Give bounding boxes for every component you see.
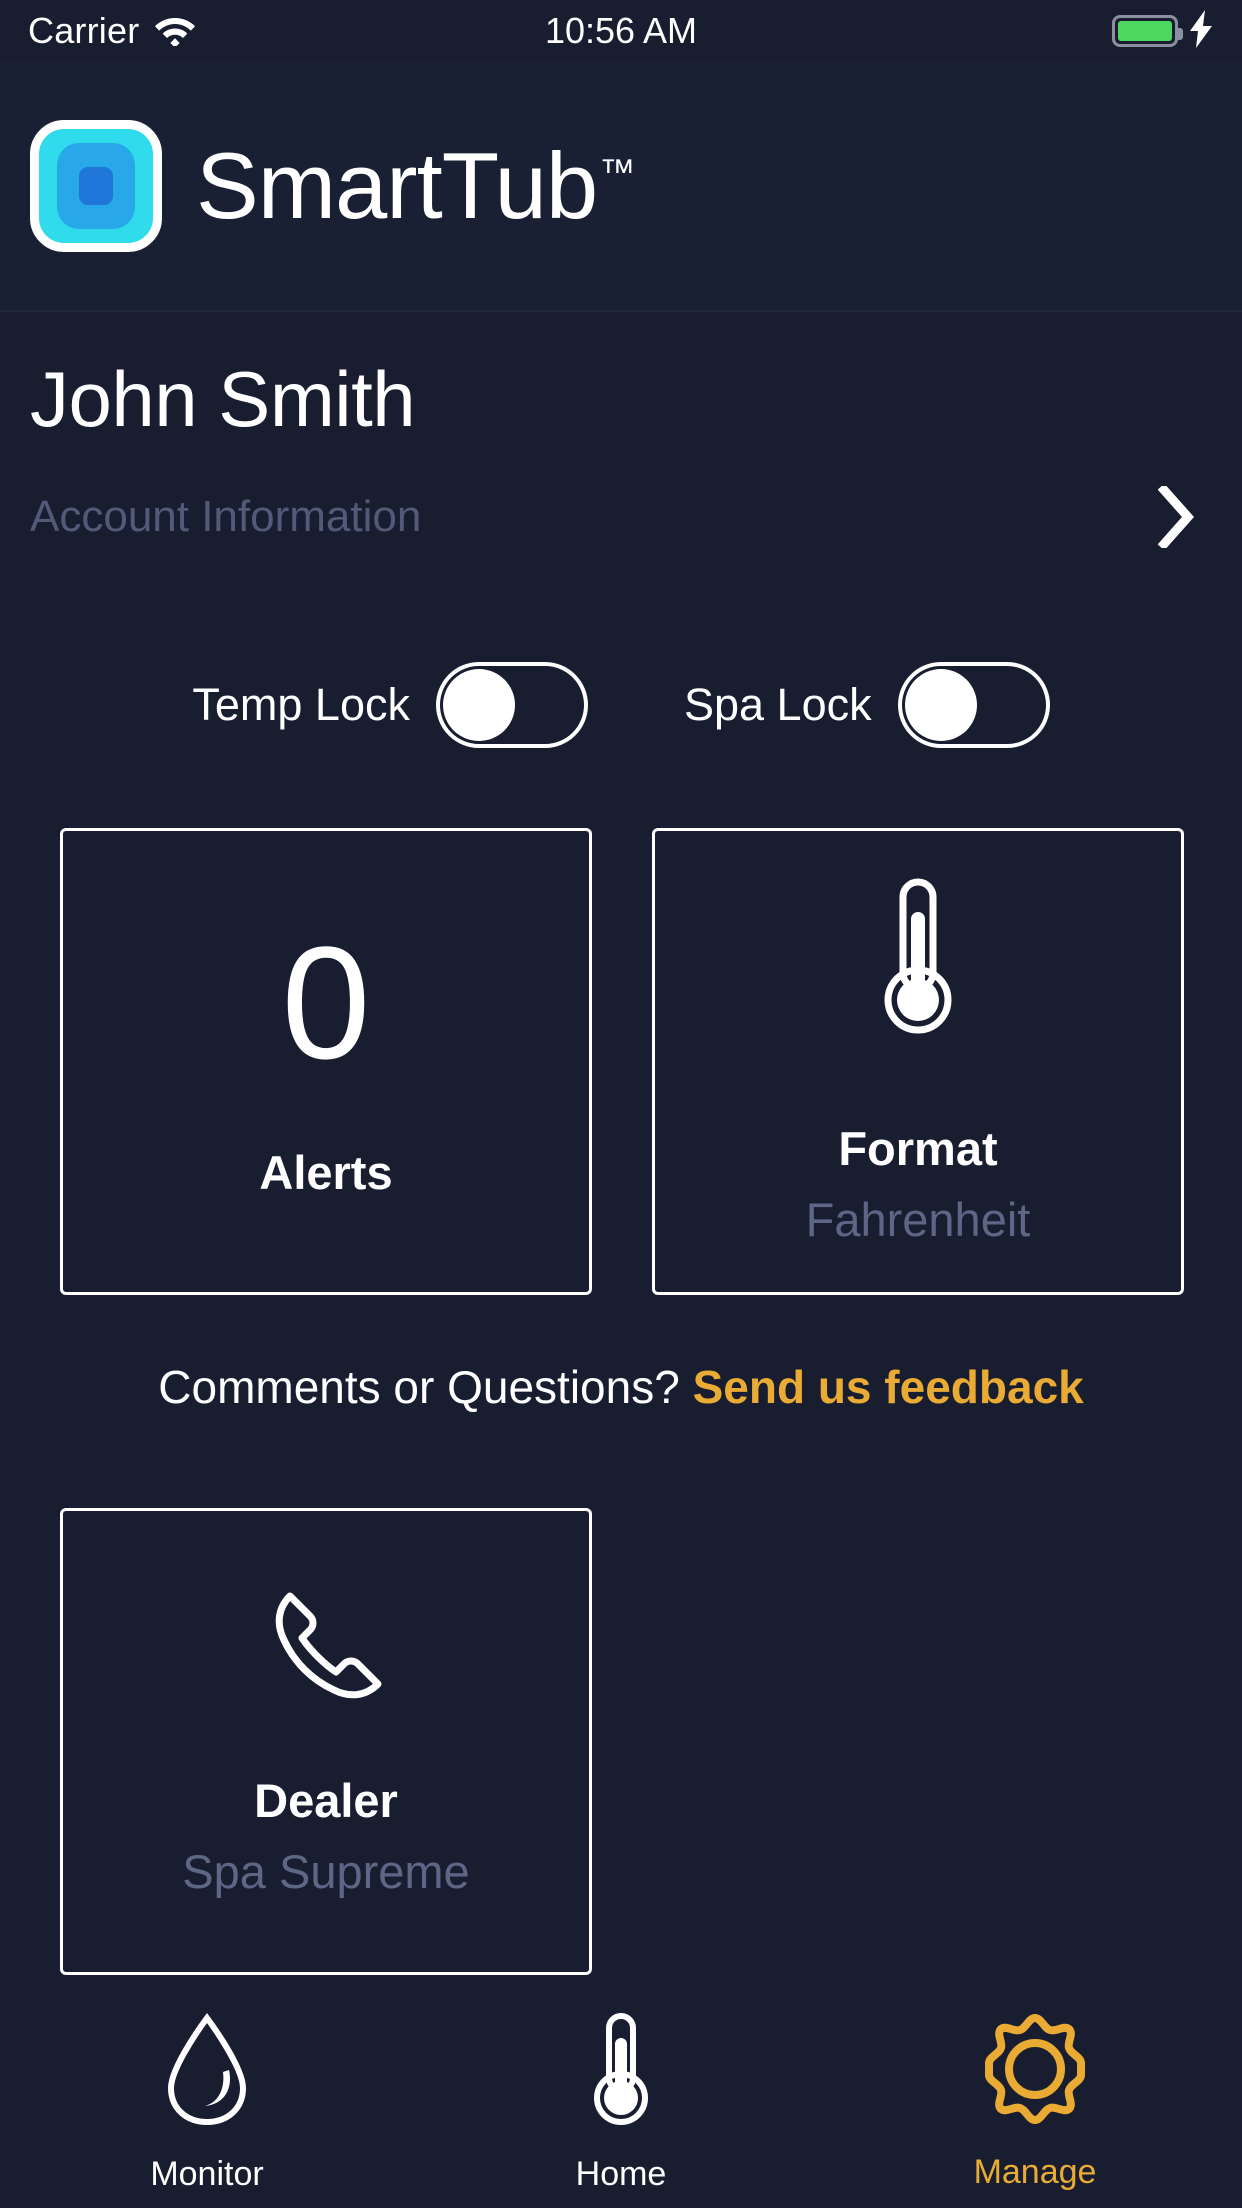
account-information-row[interactable]: Account Information bbox=[30, 483, 1212, 551]
feedback-row: Comments or Questions? Send us feedback bbox=[0, 1360, 1242, 1414]
wifi-icon bbox=[153, 12, 197, 51]
nav-label-monitor: Monitor bbox=[150, 2155, 264, 2193]
smarttub-logo-icon bbox=[30, 120, 162, 252]
dealer-name: Spa Supreme bbox=[182, 1845, 470, 1898]
app-screen: Carrier 10:56 AM SmartTub ™ John Smith A… bbox=[0, 0, 1242, 2208]
thermometer-icon bbox=[875, 876, 961, 1049]
header-divider bbox=[0, 310, 1242, 312]
temp-lock-toggle-knob bbox=[442, 669, 515, 741]
brand-name: SmartTub bbox=[196, 133, 598, 238]
spa-lock-toggle-knob bbox=[904, 669, 977, 741]
format-card[interactable]: Format Fahrenheit bbox=[652, 828, 1184, 1295]
phone-icon bbox=[262, 1584, 390, 1717]
alerts-count: 0 bbox=[281, 913, 371, 1092]
spa-lock-group: Spa Lock bbox=[684, 662, 1050, 748]
bottom-navigation-bar: Monitor Home Manage bbox=[0, 1990, 1242, 2208]
alerts-card-title: Alerts bbox=[259, 1146, 393, 1199]
spa-lock-label: Spa Lock bbox=[683, 679, 872, 730]
locks-row: Temp Lock Spa Lock bbox=[0, 645, 1242, 765]
battery-fill bbox=[1118, 21, 1172, 41]
logo-middle-square bbox=[57, 143, 135, 229]
dealer-card[interactable]: Dealer Spa Supreme bbox=[60, 1508, 592, 1975]
feedback-prompt: Comments or Questions? bbox=[158, 1361, 693, 1413]
alerts-card[interactable]: 0 Alerts bbox=[60, 828, 592, 1295]
status-bar-left: Carrier bbox=[28, 10, 197, 52]
carrier-label: Carrier bbox=[28, 10, 140, 51]
status-bar-right bbox=[1112, 9, 1214, 53]
dealer-card-title: Dealer bbox=[254, 1774, 398, 1827]
send-feedback-link[interactable]: Send us feedback bbox=[693, 1361, 1084, 1413]
nav-label-manage: Manage bbox=[973, 2153, 1097, 2191]
logo-inner-square bbox=[79, 167, 113, 205]
battery-full-icon bbox=[1112, 15, 1183, 47]
brand-wordmark: SmartTub ™ bbox=[196, 139, 635, 233]
format-card-value: Fahrenheit bbox=[805, 1193, 1031, 1246]
temp-lock-toggle[interactable] bbox=[435, 662, 588, 748]
nav-item-manage[interactable]: Manage bbox=[828, 1990, 1242, 2192]
nav-item-home[interactable]: Home bbox=[414, 1990, 828, 2194]
lightning-bolt-icon bbox=[1188, 9, 1214, 53]
format-card-title: Format bbox=[838, 1122, 998, 1175]
spa-lock-toggle[interactable] bbox=[897, 662, 1050, 748]
nav-label-home: Home bbox=[575, 2155, 667, 2193]
account-information-label: Account Information bbox=[30, 492, 422, 541]
chevron-right-icon[interactable] bbox=[1157, 483, 1195, 551]
water-drop-icon bbox=[161, 2012, 253, 2133]
brand-trademark: ™ bbox=[599, 151, 636, 192]
gear-icon bbox=[978, 2012, 1092, 2131]
nav-item-monitor[interactable]: Monitor bbox=[0, 1990, 414, 2194]
clock-time: 10:56 AM bbox=[544, 10, 698, 51]
app-header: SmartTub ™ bbox=[0, 62, 1242, 310]
page-title: John Smith bbox=[30, 355, 416, 443]
temp-lock-label: Temp Lock bbox=[192, 679, 410, 730]
temp-lock-group: Temp Lock bbox=[192, 662, 588, 748]
thermometer-icon bbox=[590, 2012, 652, 2133]
cards-row: 0 Alerts Format Fahrenheit bbox=[60, 828, 1185, 1295]
status-bar: Carrier 10:56 AM bbox=[0, 0, 1242, 62]
account-section[interactable]: John Smith Account Information bbox=[0, 360, 1242, 600]
